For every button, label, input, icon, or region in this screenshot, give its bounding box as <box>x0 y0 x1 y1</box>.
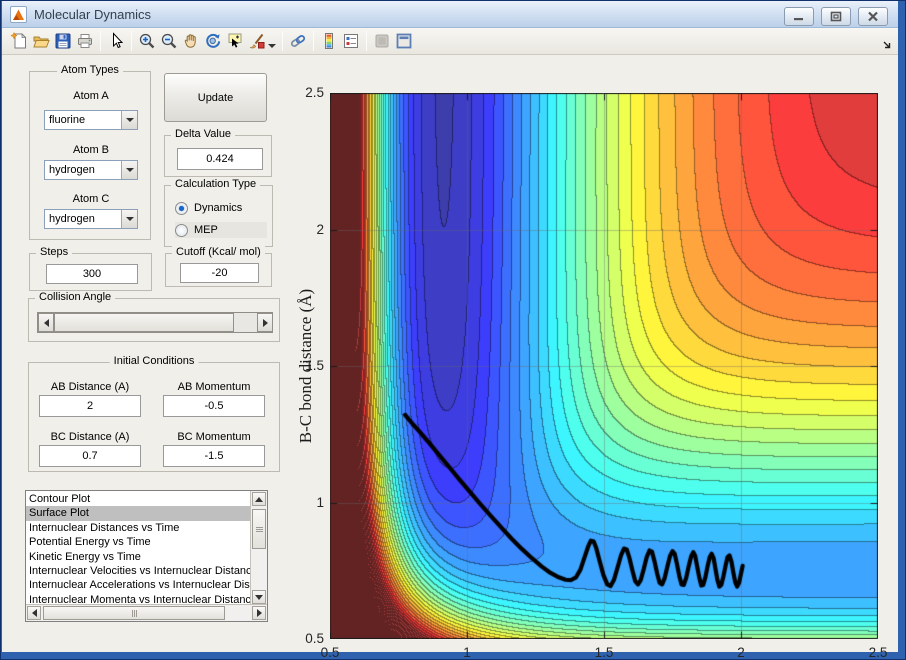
y-tick-label: 1 <box>316 494 324 510</box>
x-tick-label: 1.5 <box>594 645 614 660</box>
minimize-button[interactable] <box>784 7 814 26</box>
zoom-out-icon[interactable] <box>158 30 180 52</box>
new-document-icon[interactable] <box>8 30 30 52</box>
data-cursor-icon[interactable] <box>224 30 246 52</box>
rotate-3d-icon[interactable] <box>202 30 224 52</box>
y-tick-label: 2.5 <box>305 85 324 100</box>
window-title: Molecular Dynamics <box>34 7 152 22</box>
open-folder-icon[interactable] <box>30 30 52 52</box>
toolbar-separator <box>366 31 367 51</box>
y-tick-label: 1.5 <box>305 358 324 373</box>
x-tick-label: 2 <box>737 645 745 660</box>
app-window: Molecular Dynamics Atom Types Atom A flu… <box>0 0 906 660</box>
insert-colorbar-icon[interactable] <box>318 30 340 52</box>
toolbar-overflow-arrow[interactable] <box>883 37 892 55</box>
brush-icon[interactable] <box>246 30 268 52</box>
x-tick-label: 2.5 <box>868 645 888 660</box>
save-icon[interactable] <box>52 30 74 52</box>
matlab-app-icon <box>10 6 27 23</box>
zoom-in-icon[interactable] <box>136 30 158 52</box>
toolbar-separator <box>100 31 101 51</box>
figure-client-area: Atom Types Atom A fluorine Atom B hydrog… <box>2 28 898 660</box>
insert-legend-icon[interactable] <box>340 30 362 52</box>
plot-area: A-B bond distance (Å) B-C bond distance … <box>2 55 898 660</box>
y-tick-label: 0.5 <box>305 631 324 646</box>
brush-dropdown-caret[interactable] <box>268 44 276 48</box>
title-bar: Molecular Dynamics <box>2 1 898 28</box>
y-tick-label: 2 <box>316 221 324 237</box>
disabled-tool-icon <box>371 30 393 52</box>
edit-cursor-icon[interactable] <box>105 30 127 52</box>
pan-hand-icon[interactable] <box>180 30 202 52</box>
x-tick-label: 1 <box>463 645 471 660</box>
toolbar-separator <box>131 31 132 51</box>
link-plots-icon[interactable] <box>287 30 309 52</box>
x-tick-label: 0.5 <box>320 645 340 660</box>
dock-figure-icon[interactable] <box>393 30 415 52</box>
contour-plot-canvas[interactable] <box>330 93 878 639</box>
figure-toolbar <box>2 28 898 55</box>
toolbar-separator <box>282 31 283 51</box>
toolbar-separator <box>313 31 314 51</box>
close-button[interactable] <box>858 7 888 26</box>
restore-button[interactable] <box>821 7 851 26</box>
print-icon[interactable] <box>74 30 96 52</box>
